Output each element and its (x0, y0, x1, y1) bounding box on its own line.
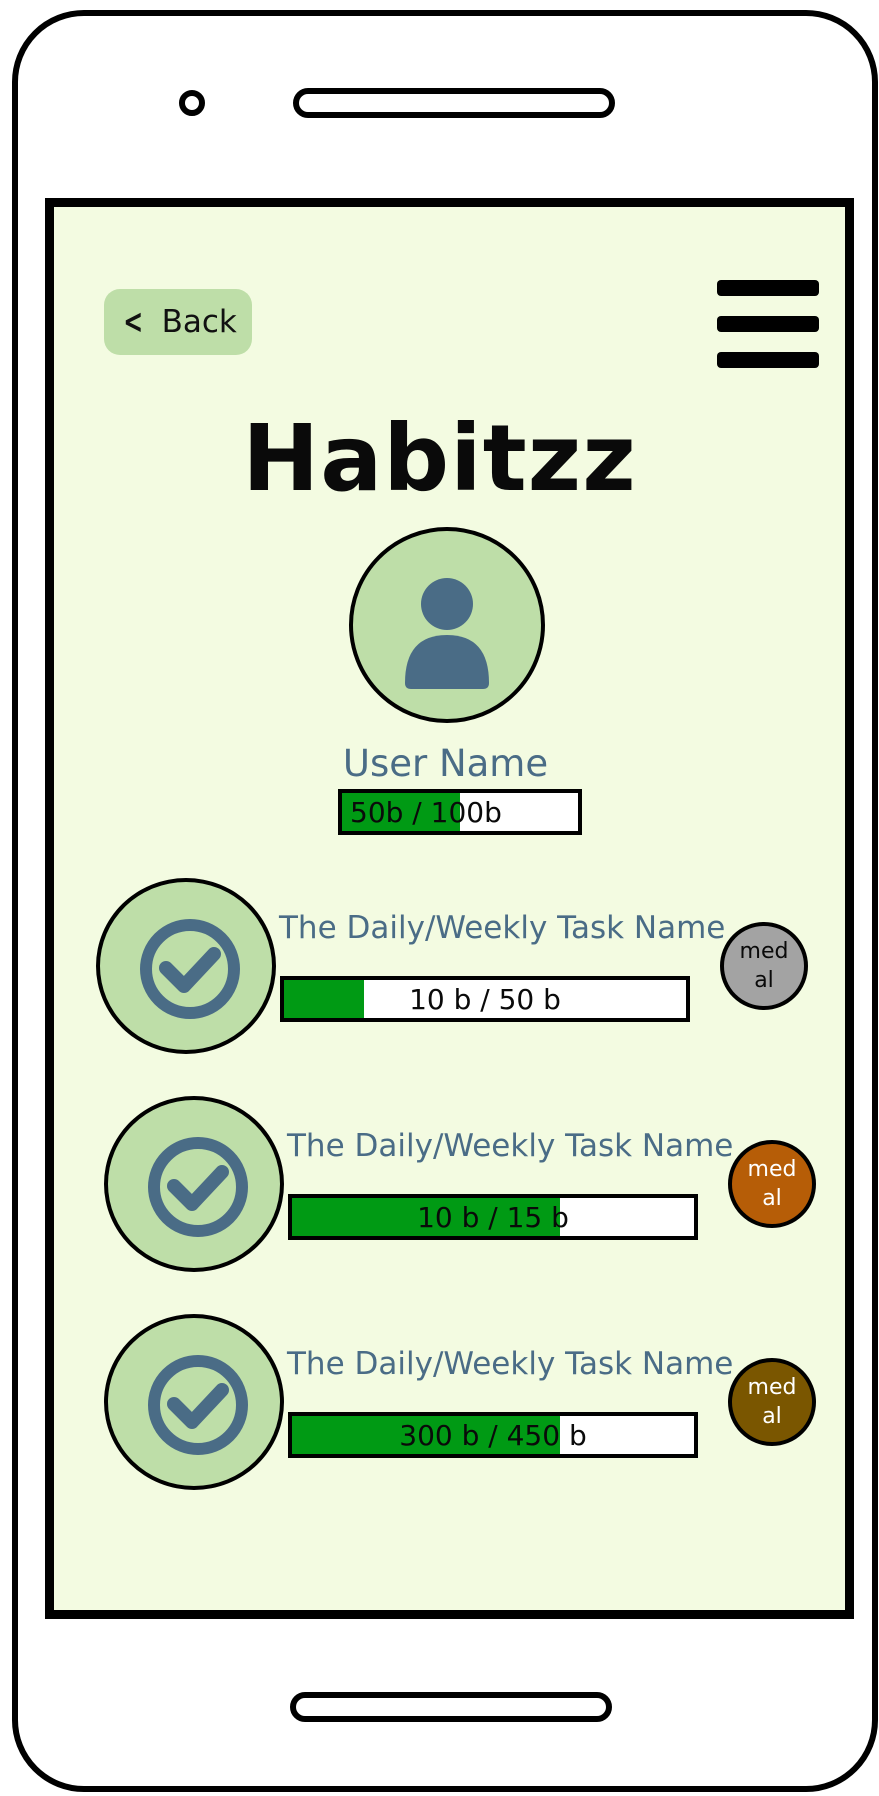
medal-label-line1: med (739, 939, 789, 964)
task-progress-bar: 300 b / 450 b (288, 1412, 698, 1458)
task-name: The Daily/Weekly Task Name (279, 910, 726, 946)
user-name: User Name (342, 742, 549, 785)
task-name: The Daily/Weekly Task Name (287, 1128, 734, 1164)
medal-label-line1: med (747, 1157, 797, 1182)
task-name: The Daily/Weekly Task Name (287, 1346, 734, 1382)
medal-badge[interactable]: med al (728, 1140, 816, 1228)
medal-label-line2: al (762, 1404, 782, 1429)
medal-badge[interactable]: med al (728, 1358, 816, 1446)
medal-label-line1: med (747, 1375, 797, 1400)
back-button-label: Back (161, 304, 237, 340)
task-check-icon[interactable] (104, 1314, 284, 1490)
user-points-text: 50b / 100b (350, 795, 502, 829)
hamburger-menu-icon[interactable] (717, 280, 821, 368)
check-circle-icon (148, 1355, 248, 1455)
task-check-icon[interactable] (96, 878, 276, 1054)
user-points-bar: 50b / 100b (338, 789, 582, 835)
task-progress-bar: 10 b / 15 b (288, 1194, 698, 1240)
back-button[interactable]: < Back (104, 289, 252, 355)
check-circle-icon (140, 919, 240, 1019)
avatar[interactable] (349, 527, 545, 723)
app-title: Habitzz (242, 405, 637, 512)
speaker-grille (293, 88, 615, 118)
task-progress-text: 10 b / 50 b (409, 982, 561, 1016)
task-progress-text: 300 b / 450 b (399, 1418, 587, 1452)
medal-label-line2: al (762, 1186, 782, 1211)
task-check-icon[interactable] (104, 1096, 284, 1272)
task-progress-bar: 10 b / 50 b (280, 976, 690, 1022)
medal-label-line2: al (754, 968, 774, 993)
chevron-left-icon: < (123, 302, 144, 342)
task-progress-text: 10 b / 15 b (417, 1200, 569, 1234)
user-icon (405, 578, 489, 689)
home-button[interactable] (290, 1692, 612, 1722)
camera-icon (179, 90, 205, 116)
medal-badge[interactable]: med al (720, 922, 808, 1010)
check-circle-icon (148, 1137, 248, 1237)
